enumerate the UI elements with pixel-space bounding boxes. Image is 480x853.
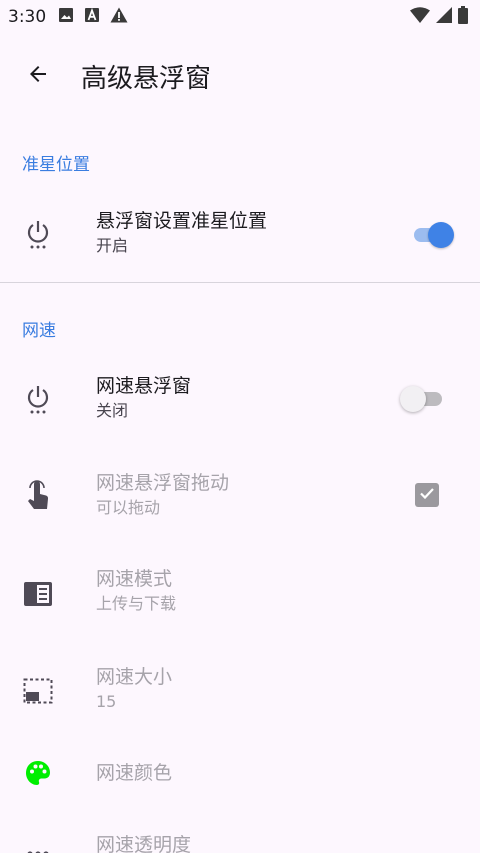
pref-summary: 15	[96, 692, 117, 711]
warning-icon	[110, 7, 128, 27]
pref-title: 悬浮窗设置准星位置	[96, 210, 268, 232]
pref-title: 网速悬浮窗	[96, 375, 192, 397]
pref-row-net-speed-mode[interactable]: 网速模式 上传与下载	[0, 544, 480, 640]
crosshair-position-switch[interactable]	[410, 220, 454, 248]
signal-icon	[436, 7, 452, 27]
palette-icon	[22, 757, 54, 789]
status-time: 3:30	[8, 7, 47, 27]
wifi-icon	[410, 7, 430, 27]
pref-title: 网速悬浮窗拖动	[96, 472, 230, 494]
pref-row-net-speed-color[interactable]: 网速颜色	[0, 736, 480, 810]
pref-summary: 上传与下载	[96, 594, 177, 613]
net-speed-drag-checkbox[interactable]	[415, 483, 439, 507]
back-button[interactable]	[14, 52, 62, 100]
list-panel-icon	[22, 578, 54, 610]
pref-summary: 可以拖动	[96, 498, 161, 517]
pref-row-crosshair-position[interactable]: 悬浮窗设置准星位置 开启	[0, 188, 480, 280]
pref-title: 网速透明度	[96, 834, 192, 853]
resize-icon	[22, 675, 54, 707]
pref-title: 网速大小	[96, 666, 173, 688]
battery-icon	[458, 6, 468, 28]
pref-row-net-speed-size[interactable]: 网速大小 15	[0, 640, 480, 736]
pref-summary: 关闭	[96, 401, 129, 420]
pref-title: 网速模式	[96, 568, 173, 590]
font-a-icon	[84, 7, 100, 27]
pref-row-net-speed-drag[interactable]: 网速悬浮窗拖动 可以拖动	[0, 448, 480, 544]
power-icon	[22, 383, 54, 415]
pref-row-net-speed-opacity[interactable]: 网速透明度	[0, 810, 480, 853]
section-header-network-speed: 网速	[22, 321, 56, 341]
page-title: 高级悬浮窗	[81, 63, 212, 94]
pref-summary: 开启	[96, 236, 129, 255]
arrow-back-icon	[26, 62, 50, 90]
image-icon	[58, 7, 74, 27]
touch-icon	[22, 480, 54, 512]
power-icon	[22, 218, 54, 250]
section-header-crosshair: 准星位置	[22, 155, 90, 175]
section-divider	[0, 282, 480, 283]
status-bar: 3:30	[0, 0, 480, 34]
net-speed-window-switch[interactable]	[400, 384, 446, 412]
dots-icon	[22, 838, 54, 853]
checkmark-icon	[418, 484, 436, 506]
app-bar: 高级悬浮窗	[0, 34, 480, 118]
pref-title: 网速颜色	[96, 762, 173, 784]
pref-row-net-speed-window[interactable]: 网速悬浮窗 关闭	[0, 352, 480, 448]
